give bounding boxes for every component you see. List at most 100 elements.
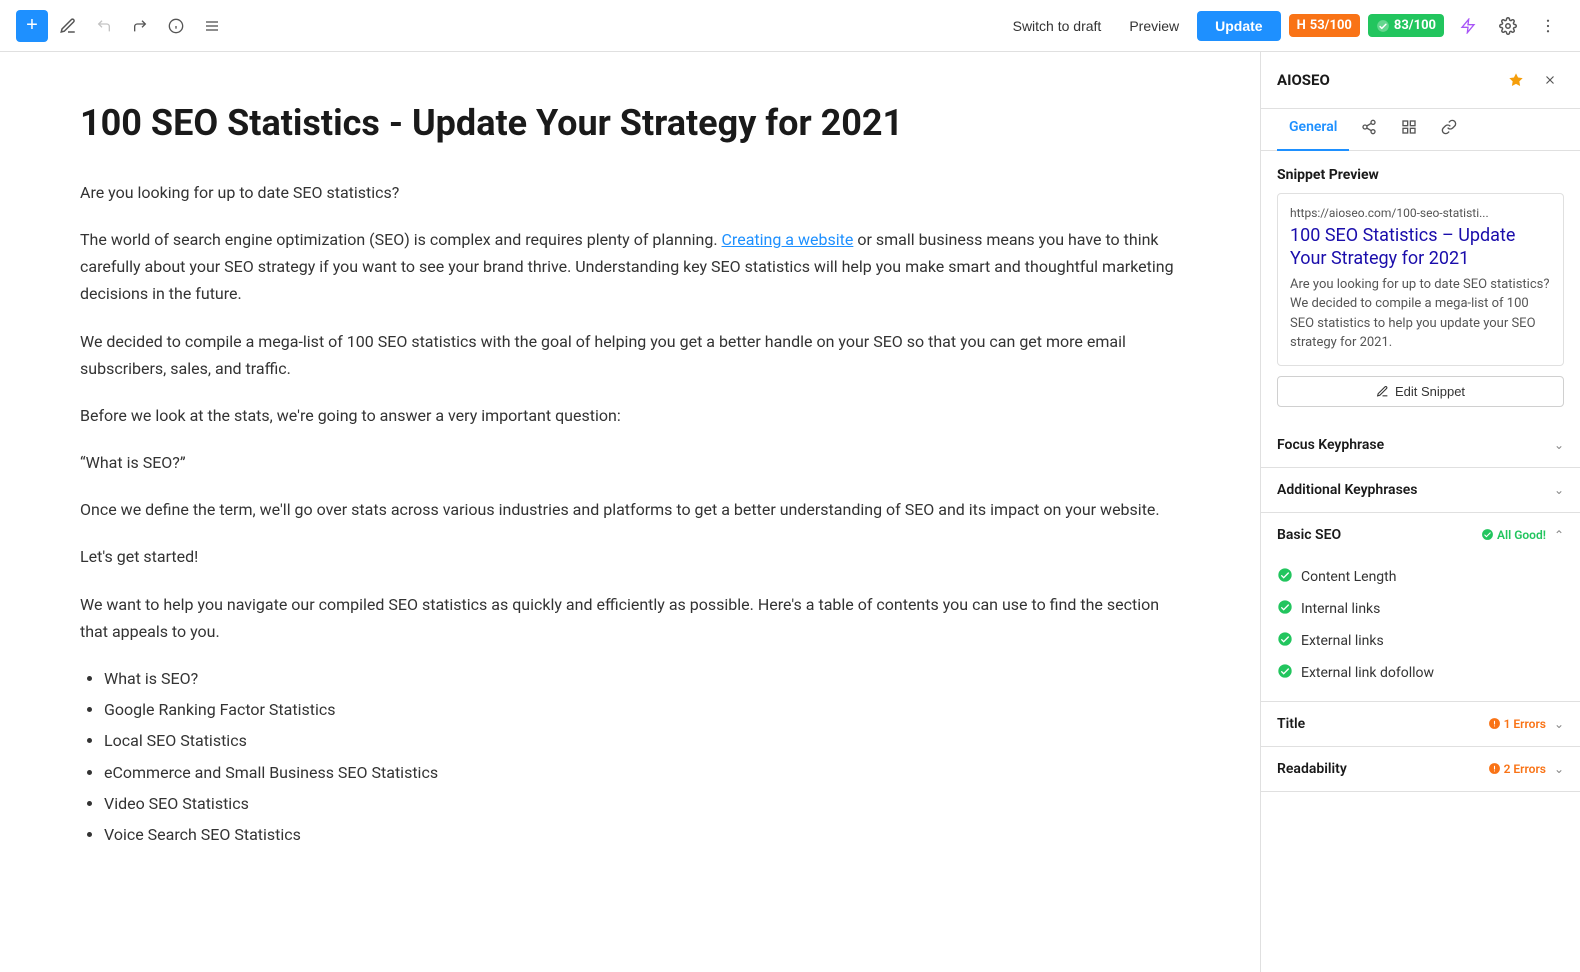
title-accordion: Title 1 Errors ⌄ (1261, 702, 1580, 747)
check-icon-green (1277, 663, 1293, 683)
list-item: Video SEO Statistics (104, 790, 1180, 817)
paragraph-6: Once we define the term, we'll go over s… (80, 496, 1180, 523)
settings-button[interactable] (1492, 10, 1524, 42)
readability-errors-badge: 2 Errors (1488, 762, 1546, 776)
g-score-badge[interactable]: 83/100 (1368, 14, 1444, 37)
additional-keyphrases-right: ⌄ (1554, 483, 1564, 497)
editor-area[interactable]: 100 SEO Statistics - Update Your Strateg… (0, 52, 1260, 972)
star-button[interactable] (1502, 66, 1530, 94)
link-icon (1441, 119, 1457, 135)
snippet-page-title[interactable]: 100 SEO Statistics – Update Your Strateg… (1290, 224, 1551, 271)
chevron-down-icon: ⌄ (1554, 438, 1564, 452)
snippet-preview-section: Snippet Preview https://aioseo.com/100-s… (1261, 151, 1580, 423)
tab-schema[interactable] (1389, 109, 1429, 151)
readability-header[interactable]: Readability 2 Errors ⌄ (1261, 747, 1580, 791)
share-icon (1361, 119, 1377, 135)
redo-button[interactable] (124, 10, 156, 42)
menu-button[interactable] (196, 10, 228, 42)
creating-website-link[interactable]: Creating a website (722, 230, 854, 249)
close-sidebar-button[interactable] (1536, 66, 1564, 94)
paragraph-5: “What is SEO?” (80, 449, 1180, 476)
check-internal-links: Internal links (1277, 593, 1564, 625)
title-right: 1 Errors ⌄ (1488, 717, 1564, 731)
check-icon-green (1277, 599, 1293, 619)
check-icon-green (1277, 631, 1293, 651)
additional-keyphrases-label: Additional Keyphrases (1277, 482, 1418, 498)
paragraph-1: Are you looking for up to date SEO stati… (80, 179, 1180, 206)
chevron-down-icon: ⌄ (1554, 717, 1564, 731)
error-circle-icon-2 (1488, 762, 1501, 775)
info-button[interactable] (160, 10, 192, 42)
paragraph-7: Let's get started! (80, 543, 1180, 570)
all-good-badge: All Good! (1481, 528, 1546, 542)
snippet-url: https://aioseo.com/100-seo-statisti... (1290, 206, 1551, 220)
sidebar-header: AIOSEO (1261, 52, 1580, 109)
h-score-value: 53/100 (1310, 18, 1352, 33)
table-of-contents: What is SEO? Google Ranking Factor Stati… (104, 665, 1180, 848)
check-external-dofollow: External link dofollow (1277, 657, 1564, 689)
schema-icon (1401, 119, 1417, 135)
readability-accordion: Readability 2 Errors ⌄ (1261, 747, 1580, 792)
basic-seo-right: All Good! ⌃ (1481, 528, 1564, 542)
sidebar-tabs: General (1261, 109, 1580, 151)
tab-general[interactable]: General (1277, 109, 1349, 151)
main-layout: 100 SEO Statistics - Update Your Strateg… (0, 52, 1580, 972)
basic-seo-header[interactable]: Basic SEO All Good! ⌃ (1261, 513, 1580, 557)
list-item: Google Ranking Factor Statistics (104, 696, 1180, 723)
edit-snippet-button[interactable]: Edit Snippet (1277, 376, 1564, 407)
tab-link[interactable] (1429, 109, 1469, 151)
additional-keyphrases-header[interactable]: Additional Keyphrases ⌄ (1261, 468, 1580, 512)
check-external-links: External links (1277, 625, 1564, 657)
paragraph-4: Before we look at the stats, we're going… (80, 402, 1180, 429)
toolbar: + Switch to draft Preview Update H 53/10… (0, 0, 1580, 52)
toolbar-right: Switch to draft Preview Update H 53/100 … (1003, 10, 1564, 42)
pencil-icon (1376, 385, 1389, 398)
undo-button[interactable] (88, 10, 120, 42)
preview-button[interactable]: Preview (1119, 12, 1189, 40)
paragraph-3: We decided to compile a mega-list of 100… (80, 328, 1180, 382)
check-content-length: Content Length (1277, 561, 1564, 593)
readability-right: 2 Errors ⌄ (1488, 762, 1564, 776)
paragraph-2: The world of search engine optimization … (80, 226, 1180, 308)
checkmark-icon (1376, 19, 1390, 33)
chevron-up-icon: ⌃ (1554, 528, 1564, 542)
page-title[interactable]: 100 SEO Statistics - Update Your Strateg… (80, 100, 1180, 147)
list-item: Voice Search SEO Statistics (104, 821, 1180, 848)
basic-seo-accordion: Basic SEO All Good! ⌃ Content Length (1261, 513, 1580, 702)
edit-tool-button[interactable] (52, 10, 84, 42)
list-item: What is SEO? (104, 665, 1180, 692)
aioseo-sidebar: AIOSEO General (1260, 52, 1580, 972)
editor-body: Are you looking for up to date SEO stati… (80, 179, 1180, 848)
title-label: Title (1277, 716, 1305, 732)
switch-to-draft-button[interactable]: Switch to draft (1003, 12, 1112, 40)
lightning-button[interactable] (1452, 10, 1484, 42)
snippet-card: https://aioseo.com/100-seo-statisti... 1… (1277, 193, 1564, 366)
add-block-button[interactable]: + (16, 10, 48, 42)
toolbar-left: + (16, 10, 1003, 42)
paragraph-8: We want to help you navigate our compile… (80, 591, 1180, 645)
focus-keyphrase-header[interactable]: Focus Keyphrase ⌄ (1261, 423, 1580, 467)
snippet-preview-title: Snippet Preview (1277, 167, 1564, 183)
readability-label: Readability (1277, 761, 1347, 777)
additional-keyphrases-accordion: Additional Keyphrases ⌄ (1261, 468, 1580, 513)
error-circle-icon (1488, 717, 1501, 730)
check-icon-green (1277, 567, 1293, 587)
basic-seo-checks: Content Length Internal links External l… (1261, 557, 1580, 701)
sidebar-header-icons (1502, 66, 1564, 94)
focus-keyphrase-label: Focus Keyphrase (1277, 437, 1384, 453)
list-item: eCommerce and Small Business SEO Statist… (104, 759, 1180, 786)
check-circle-icon (1481, 528, 1494, 541)
tab-share[interactable] (1349, 109, 1389, 151)
title-header[interactable]: Title 1 Errors ⌄ (1261, 702, 1580, 746)
h-score-label: H (1297, 18, 1306, 33)
update-button[interactable]: Update (1197, 11, 1280, 41)
focus-keyphrase-accordion: Focus Keyphrase ⌄ (1261, 423, 1580, 468)
basic-seo-label: Basic SEO (1277, 527, 1341, 543)
snippet-description: Are you looking for up to date SEO stati… (1290, 275, 1551, 353)
chevron-down-icon: ⌄ (1554, 762, 1564, 776)
sidebar-title: AIOSEO (1277, 71, 1330, 89)
h-score-badge[interactable]: H 53/100 (1289, 14, 1360, 37)
more-options-button[interactable] (1532, 10, 1564, 42)
focus-keyphrase-right: ⌄ (1554, 438, 1564, 452)
list-item: Local SEO Statistics (104, 727, 1180, 754)
